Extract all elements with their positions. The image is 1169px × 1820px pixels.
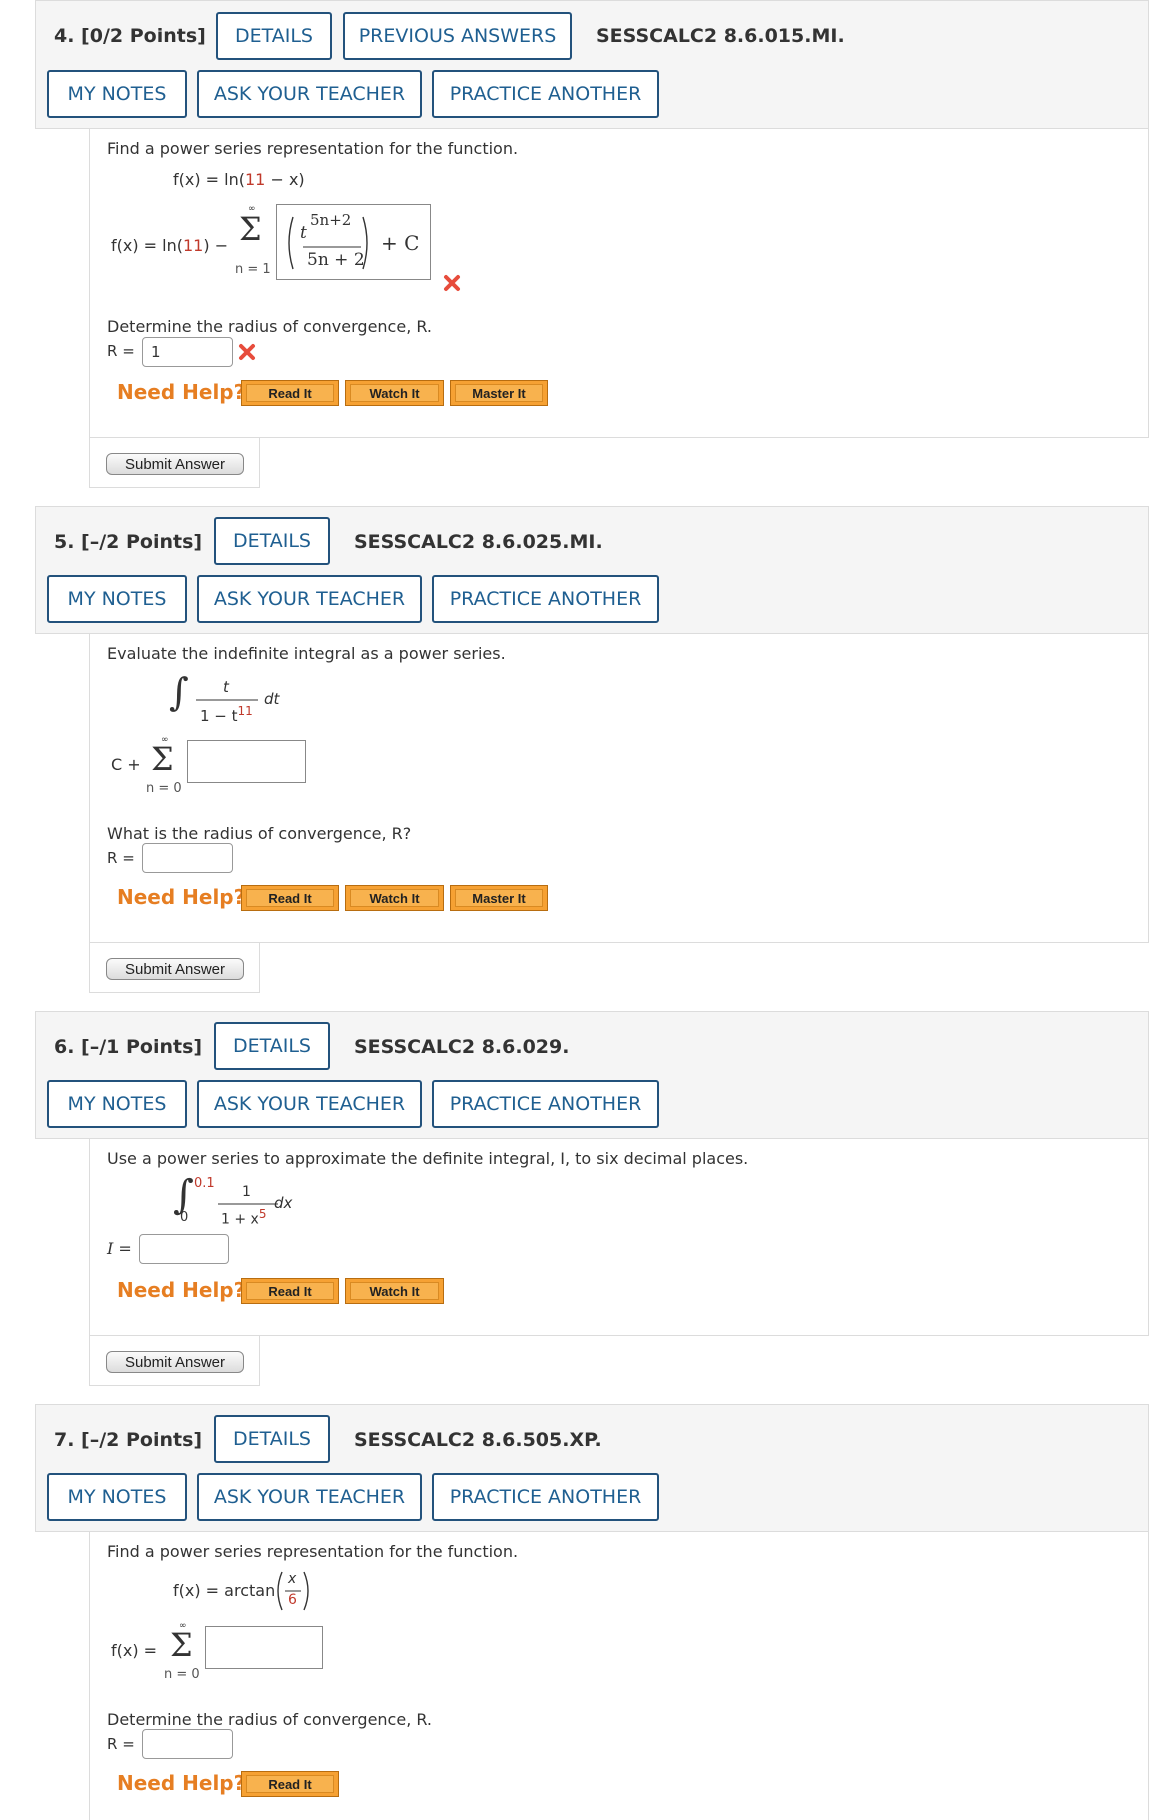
q4-need-help: Need Help?: [117, 380, 246, 404]
q7-fraction-num: x: [288, 1571, 297, 1587]
q5-master-it-button[interactable]: Master It: [450, 885, 548, 911]
q5-integral-sign: ∫: [169, 670, 189, 714]
q4-ask-teacher-button[interactable]: ASK YOUR TEACHER: [197, 70, 422, 118]
q7-details-button[interactable]: DETAILS: [214, 1415, 330, 1463]
q5-points: 5. [–/2 Points]: [54, 531, 203, 553]
q7-answer-lhs: f(x) =: [111, 1641, 158, 1660]
q6-fraction-bar: [218, 1203, 278, 1205]
q5-denominator: 1 − t11: [200, 704, 253, 725]
q4-read-it-button[interactable]: Read It: [241, 380, 339, 406]
q5-series-answer-field[interactable]: [187, 740, 306, 783]
q4-plus-c: + C: [381, 231, 420, 255]
q4-radius-field[interactable]: 1: [142, 337, 233, 367]
q5-need-help: Need Help?: [117, 885, 246, 909]
q7-radius-field[interactable]: [142, 1729, 233, 1759]
q7-sum-symbol: Σ: [170, 1626, 193, 1664]
q5-sum-symbol: Σ: [151, 740, 174, 778]
q4-function: f(x) = ln(11 − x): [173, 170, 305, 189]
q5-read-it-button[interactable]: Read It: [241, 885, 339, 911]
q4-points: 4. [0/2 Points]: [54, 25, 206, 47]
q7-function: f(x) = arctan: [173, 1581, 276, 1600]
q7-practice-another-button[interactable]: PRACTICE ANOTHER: [432, 1473, 659, 1521]
q4-radius-incorrect-icon: [239, 344, 255, 360]
q4-practice-another-button[interactable]: PRACTICE ANOTHER: [432, 70, 659, 118]
q4-my-notes-button[interactable]: MY NOTES: [47, 70, 187, 118]
q4-details-button[interactable]: DETAILS: [216, 12, 332, 60]
q5-my-notes-button[interactable]: MY NOTES: [47, 575, 187, 623]
q7-need-help: Need Help?: [117, 1771, 246, 1795]
q6-code: SESSCALC2 8.6.029.: [354, 1036, 570, 1058]
q4-answer-lhs: f(x) = ln(11) −: [111, 236, 229, 255]
q7-my-notes-button[interactable]: MY NOTES: [47, 1473, 187, 1521]
q6-ask-teacher-button[interactable]: ASK YOUR TEACHER: [197, 1080, 422, 1128]
q4-code: SESSCALC2 8.6.015.MI.: [596, 25, 845, 47]
q7-r-label: R =: [107, 1735, 135, 1753]
q7-sum-bottom: n = 0: [164, 1667, 200, 1682]
q5-code: SESSCALC2 8.6.025.MI.: [354, 531, 603, 553]
q5-radius-prompt: What is the radius of convergence, R?: [107, 824, 412, 843]
q6-lower-limit: 0: [180, 1210, 189, 1225]
q6-denominator: 1 + x5: [221, 1207, 267, 1228]
q6-my-notes-button[interactable]: MY NOTES: [47, 1080, 187, 1128]
q5-dt: dt: [264, 690, 280, 708]
q5-details-button[interactable]: DETAILS: [214, 517, 330, 565]
q7-code: SESSCALC2 8.6.505.XP.: [354, 1429, 602, 1451]
q7-points: 7. [–/2 Points]: [54, 1429, 203, 1451]
q5-r-label: R =: [107, 849, 135, 867]
q4-sum-symbol: Σ: [239, 210, 262, 248]
q4-incorrect-icon: [444, 275, 460, 291]
q6-practice-another-button[interactable]: PRACTICE ANOTHER: [432, 1080, 659, 1128]
q7-read-it-button[interactable]: Read It: [241, 1771, 339, 1797]
q4-series-answer-field[interactable]: t 5n+2 5n + 2 + C: [276, 204, 431, 280]
q6-need-help: Need Help?: [117, 1278, 246, 1302]
q6-numerator: 1: [242, 1184, 251, 1200]
q6-submit-area: Submit Answer: [89, 1336, 260, 1386]
q7-prompt: Find a power series representation for t…: [107, 1542, 519, 1561]
q5-submit-button[interactable]: Submit Answer: [106, 958, 244, 980]
q5-radius-field[interactable]: [142, 843, 233, 873]
q4-sum-bottom: n = 1: [235, 262, 271, 277]
q4-watch-it-button[interactable]: Watch It: [345, 380, 444, 406]
q4-radius-prompt: Determine the radius of convergence, R.: [107, 317, 432, 336]
q4-entered-denominator: 5n + 2: [307, 250, 365, 270]
q7-fraction-den: 6: [288, 1592, 297, 1608]
q6-prompt: Use a power series to approximate the de…: [107, 1149, 749, 1168]
q6-body: [89, 1139, 1149, 1336]
q6-upper-limit: 0.1: [194, 1176, 215, 1191]
q4-previous-answers-button[interactable]: PREVIOUS ANSWERS: [343, 12, 572, 60]
q5-watch-it-button[interactable]: Watch It: [345, 885, 444, 911]
q5-c-plus: C +: [111, 755, 141, 774]
q4-r-label: R =: [107, 342, 135, 360]
page: 4. [0/2 Points] DETAILS PREVIOUS ANSWERS…: [0, 0, 1169, 1820]
q4-entered-exponent: 5n+2: [310, 211, 352, 229]
q4-entered-base: t: [300, 223, 307, 243]
q6-dx: dx: [274, 1194, 293, 1212]
q5-prompt: Evaluate the indefinite integral as a po…: [107, 644, 506, 663]
q5-numerator: t: [223, 678, 229, 696]
q6-submit-button[interactable]: Submit Answer: [106, 1351, 244, 1373]
q7-series-answer-field[interactable]: [205, 1626, 323, 1669]
q5-sum-bottom: n = 0: [146, 781, 182, 796]
q6-i-label: I =: [107, 1239, 132, 1258]
q6-read-it-button[interactable]: Read It: [241, 1278, 339, 1304]
q4-prompt: Find a power series representation for t…: [107, 139, 519, 158]
q4-submit-button[interactable]: Submit Answer: [106, 453, 244, 475]
q5-fraction-bar: [196, 699, 258, 701]
q6-points: 6. [–/1 Points]: [54, 1036, 203, 1058]
q7-ask-teacher-button[interactable]: ASK YOUR TEACHER: [197, 1473, 422, 1521]
q7-radius-prompt: Determine the radius of convergence, R.: [107, 1710, 432, 1729]
q4-master-it-button[interactable]: Master It: [450, 380, 548, 406]
q6-watch-it-button[interactable]: Watch It: [345, 1278, 444, 1304]
q5-practice-another-button[interactable]: PRACTICE ANOTHER: [432, 575, 659, 623]
q5-submit-area: Submit Answer: [89, 943, 260, 993]
q4-submit-area: Submit Answer: [89, 438, 260, 488]
q5-ask-teacher-button[interactable]: ASK YOUR TEACHER: [197, 575, 422, 623]
q6-details-button[interactable]: DETAILS: [214, 1022, 330, 1070]
q6-integral-answer-field[interactable]: [139, 1234, 229, 1264]
